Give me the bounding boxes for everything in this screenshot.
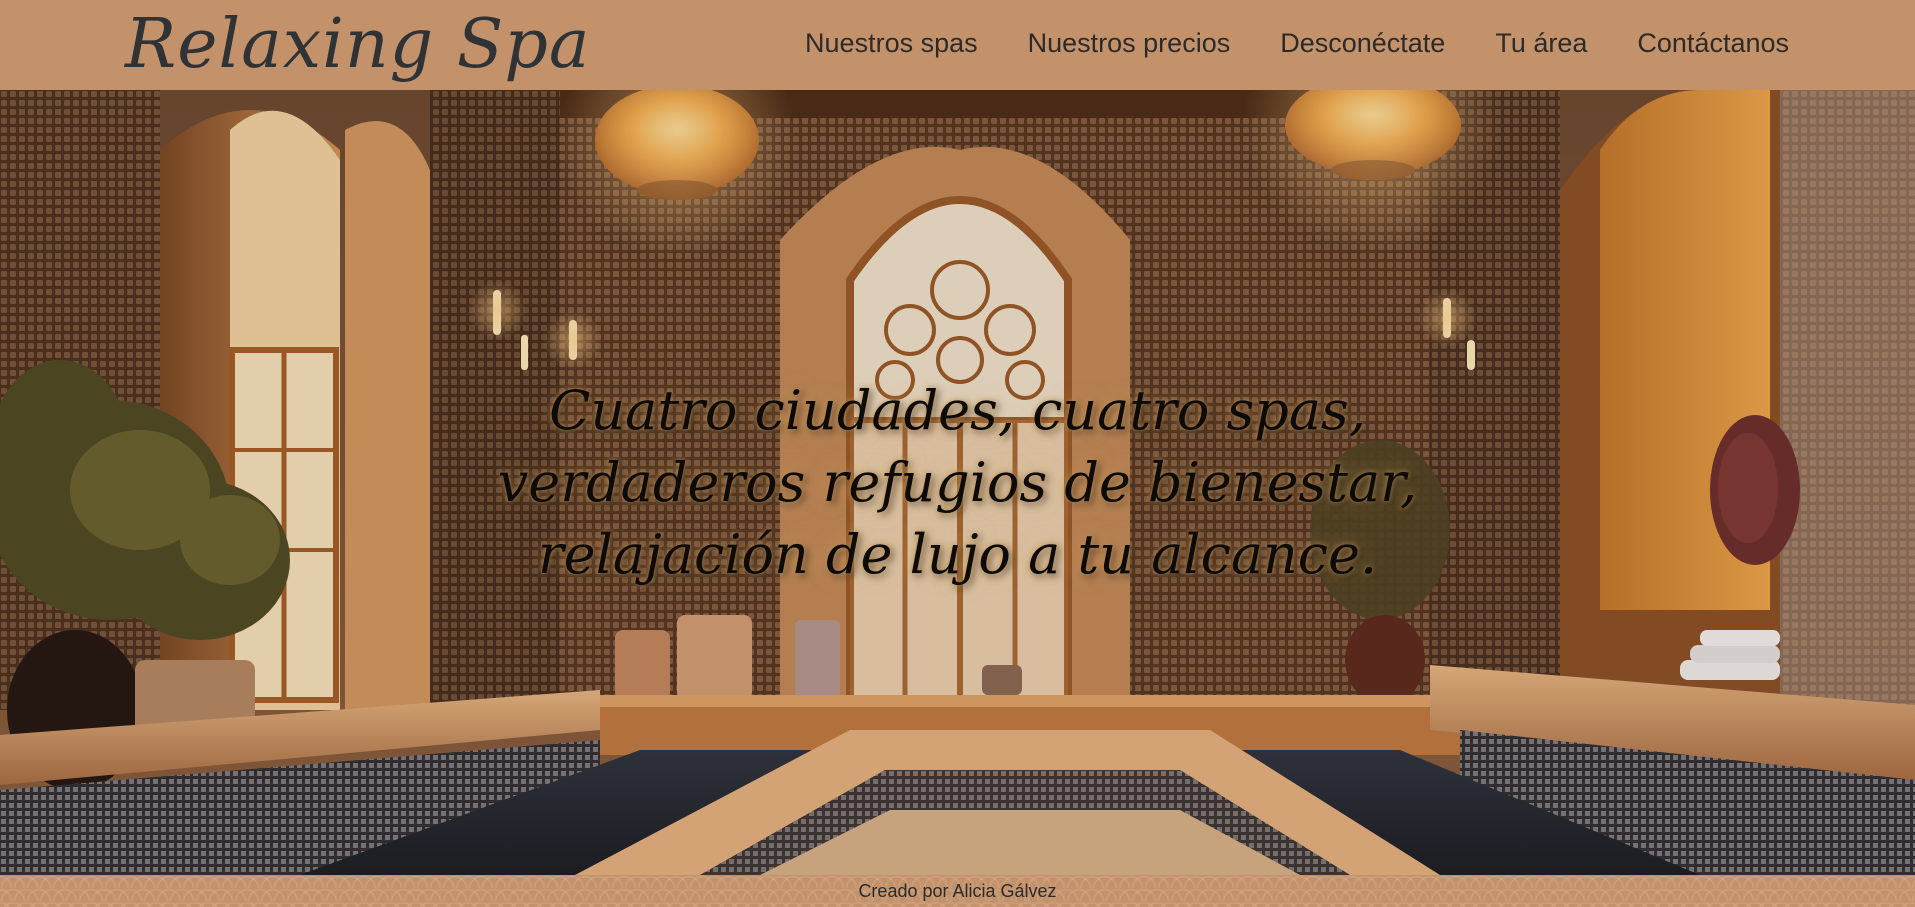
site-logo[interactable]: Relaxing Spa bbox=[125, 2, 590, 88]
nav-link-contactanos[interactable]: Contáctanos bbox=[1637, 22, 1789, 64]
nav-link-nuestros-spas[interactable]: Nuestros spas bbox=[805, 22, 978, 64]
page: Relaxing Spa Nuestros spas Nuestros prec… bbox=[0, 0, 1915, 907]
hero-section: Cuatro ciudades, cuatro spas, verdaderos… bbox=[0, 90, 1915, 875]
footer-credit: Creado por Alicia Gálvez bbox=[858, 881, 1057, 901]
hero-tagline-line-3: relajación de lujo a tu alcance. bbox=[537, 523, 1378, 586]
hero-tagline-line-2: verdaderos refugios de bienestar, bbox=[497, 451, 1418, 514]
nav-link-nuestros-precios[interactable]: Nuestros precios bbox=[1028, 22, 1231, 64]
nav-link-tu-area[interactable]: Tu área bbox=[1495, 22, 1587, 64]
nav-link-desconectate[interactable]: Desconéctate bbox=[1280, 22, 1445, 64]
site-footer: Creado por Alicia Gálvez bbox=[0, 875, 1915, 907]
main-nav: Nuestros spas Nuestros precios Desconéct… bbox=[805, 22, 1789, 64]
hero-tagline: Cuatro ciudades, cuatro spas, verdaderos… bbox=[0, 375, 1915, 591]
site-header: Relaxing Spa Nuestros spas Nuestros prec… bbox=[0, 0, 1915, 90]
hero-tagline-line-1: Cuatro ciudades, cuatro spas, bbox=[549, 379, 1366, 442]
